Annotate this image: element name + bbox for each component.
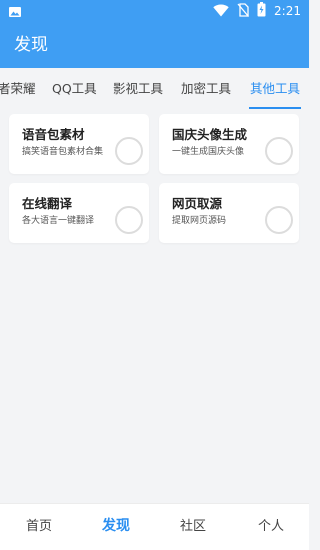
- card-icon-placeholder: [265, 206, 293, 234]
- nav-community[interactable]: 社区: [180, 518, 206, 536]
- bottom-navigation: 首页 发现 社区 个人: [0, 503, 309, 550]
- tool-card-national-day-avatar[interactable]: 国庆头像生成 一键生成国庆头像: [159, 114, 299, 174]
- nav-home[interactable]: 首页: [26, 518, 52, 536]
- card-description: 搞笑语音包素材合集: [22, 147, 104, 157]
- tool-card-voice-pack[interactable]: 语音包素材 搞笑语音包素材合集: [9, 114, 149, 174]
- app-bar: 发现: [0, 22, 309, 68]
- card-description: 一键生成国庆头像: [172, 147, 245, 157]
- status-bar: 2:21: [0, 0, 309, 22]
- card-title: 语音包素材: [22, 127, 85, 142]
- nav-discover[interactable]: 发现: [102, 517, 130, 535]
- card-title: 国庆头像生成: [172, 127, 248, 142]
- image-icon: [8, 4, 22, 18]
- nav-profile[interactable]: 个人: [258, 518, 284, 536]
- card-icon-placeholder: [115, 137, 143, 165]
- card-title: 网页取源: [172, 196, 223, 211]
- page-title: 发现: [14, 35, 48, 55]
- tool-card-online-translate[interactable]: 在线翻译 各大语言一键翻译: [9, 183, 149, 243]
- tab-other-tools[interactable]: 其他工具: [250, 80, 300, 98]
- no-sim-icon: [237, 2, 250, 21]
- tab-video-tools[interactable]: 影视工具: [113, 80, 163, 98]
- status-time: 2:21: [274, 4, 301, 18]
- card-icon-placeholder: [265, 137, 293, 165]
- card-icon-placeholder: [115, 206, 143, 234]
- active-tab-indicator: [249, 107, 301, 109]
- tool-card-page-source[interactable]: 网页取源 提取网页源码: [159, 183, 299, 243]
- tab-honor-of-kings[interactable]: 者荣耀: [0, 80, 36, 98]
- tab-qq-tools[interactable]: QQ工具: [52, 80, 97, 98]
- wifi-icon: [213, 2, 229, 21]
- tab-encryption-tools[interactable]: 加密工具: [181, 80, 231, 98]
- card-title: 在线翻译: [22, 196, 73, 211]
- battery-charging-icon: [257, 1, 266, 21]
- card-description: 提取网页源码: [172, 216, 227, 226]
- tab-bar: 者荣耀 QQ工具 影视工具 加密工具 其他工具: [0, 68, 309, 110]
- card-description: 各大语言一键翻译: [22, 216, 95, 226]
